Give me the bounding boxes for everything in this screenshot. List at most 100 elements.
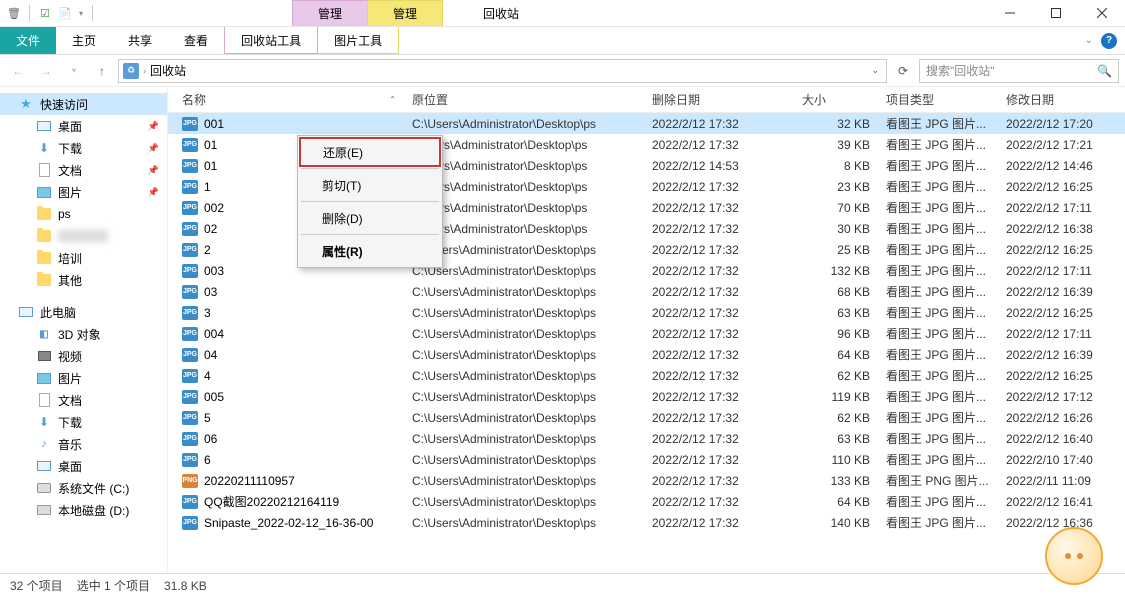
cell-name: JPGQQ截图20220212164119 — [176, 493, 406, 510]
ctx-delete[interactable]: 删除(D) — [300, 204, 440, 232]
cell-date-modified: 2022/2/11 11:09 — [1000, 474, 1120, 488]
cell-size: 39 KB — [796, 138, 880, 152]
file-row[interactable]: JPG04C:\Users\Administrator\Desktop\ps20… — [168, 344, 1125, 365]
tab-picture-tools[interactable]: 图片工具 — [318, 27, 399, 54]
nav-other[interactable]: 其他 — [0, 269, 167, 291]
close-button[interactable] — [1079, 0, 1125, 27]
back-button[interactable]: ← — [6, 59, 30, 83]
cell-size: 25 KB — [796, 243, 880, 257]
navigation-pane[interactable]: ★快速访问 桌面📌 ⬇下载📌 文档📌 图片📌 ps 培训 其他 此电脑 ◧3D … — [0, 87, 168, 573]
cell-size: 62 KB — [796, 411, 880, 425]
cell-date-modified: 2022/2/12 14:46 — [1000, 159, 1120, 173]
cell-size: 8 KB — [796, 159, 880, 173]
file-row[interactable]: JPG06C:\Users\Administrator\Desktop\ps20… — [168, 428, 1125, 449]
properties-icon[interactable]: ☑ — [37, 5, 53, 21]
file-row[interactable]: JPG001C:\Users\Administrator\Desktop\ps2… — [168, 113, 1125, 134]
ctx-properties[interactable]: 属性(R) — [300, 237, 440, 265]
tab-view[interactable]: 查看 — [168, 27, 224, 54]
file-row[interactable]: JPG3C:\Users\Administrator\Desktop\ps202… — [168, 302, 1125, 323]
nav-desktop[interactable]: 桌面📌 — [0, 115, 167, 137]
recent-locations-icon[interactable]: ▾ — [62, 59, 86, 83]
cell-name: JPG004 — [176, 327, 406, 341]
nav-training[interactable]: 培训 — [0, 247, 167, 269]
file-row[interactable]: JPG6C:\Users\Administrator\Desktop\ps202… — [168, 449, 1125, 470]
cell-size: 110 KB — [796, 453, 880, 467]
file-type-icon: JPG — [182, 243, 198, 257]
col-size[interactable]: 大小 — [796, 91, 880, 108]
nav-downloads[interactable]: ⬇下载📌 — [0, 137, 167, 159]
file-row[interactable]: JPG004C:\Users\Administrator\Desktop\ps2… — [168, 323, 1125, 344]
new-folder-icon[interactable]: 📄 — [57, 5, 73, 21]
file-type-icon: JPG — [182, 159, 198, 173]
file-row[interactable]: JPG5C:\Users\Administrator\Desktop\ps202… — [168, 407, 1125, 428]
nav-quick-access[interactable]: ★快速访问 — [0, 93, 167, 115]
cell-size: 96 KB — [796, 327, 880, 341]
nav-videos[interactable]: 视频 — [0, 345, 167, 367]
download-icon: ⬇ — [36, 140, 52, 156]
dot-icon — [1077, 553, 1083, 559]
file-row[interactable]: JPGSnipaste_2022-02-12_16-36-00C:\Users\… — [168, 512, 1125, 533]
col-date-deleted[interactable]: 删除日期 — [646, 91, 796, 108]
refresh-button[interactable]: ⟳ — [891, 59, 915, 83]
nav-blurred-folder[interactable] — [0, 225, 167, 247]
cell-date-deleted: 2022/2/12 17:32 — [646, 222, 796, 236]
collapse-ribbon-icon[interactable]: ⌄ — [1085, 35, 1093, 46]
title-bar: 🗑 ☑ 📄 ▾ 管理 管理 回收站 — [0, 0, 1125, 27]
minimize-button[interactable] — [987, 0, 1033, 27]
col-original-location[interactable]: 原位置 — [406, 91, 646, 108]
ctx-cut[interactable]: 剪切(T) — [300, 171, 440, 199]
col-date-modified[interactable]: 修改日期 — [1000, 91, 1120, 108]
nav-downloads-2[interactable]: ⬇下载 — [0, 411, 167, 433]
nav-music[interactable]: ♪音乐 — [0, 433, 167, 455]
file-row[interactable]: JPG005C:\Users\Administrator\Desktop\ps2… — [168, 386, 1125, 407]
tab-file[interactable]: 文件 — [0, 27, 56, 54]
file-row[interactable]: JPG4C:\Users\Administrator\Desktop\ps202… — [168, 365, 1125, 386]
nav-desktop-2[interactable]: 桌面 — [0, 455, 167, 477]
pin-icon: 📌 — [148, 143, 159, 154]
nav-pictures-2[interactable]: 图片 — [0, 367, 167, 389]
cell-size: 64 KB — [796, 348, 880, 362]
tab-share[interactable]: 共享 — [112, 27, 168, 54]
assistant-badge[interactable] — [1045, 527, 1103, 585]
nav-documents-2[interactable]: 文档 — [0, 389, 167, 411]
tab-recycle-tools[interactable]: 回收站工具 — [224, 27, 318, 54]
nav-documents[interactable]: 文档📌 — [0, 159, 167, 181]
nav-ps[interactable]: ps — [0, 203, 167, 225]
search-icon[interactable]: 🔍 — [1097, 64, 1112, 78]
cell-date-deleted: 2022/2/12 17:32 — [646, 411, 796, 425]
nav-system-drive[interactable]: 系统文件 (C:) — [0, 477, 167, 499]
cell-date-modified: 2022/2/12 17:21 — [1000, 138, 1120, 152]
forward-button[interactable]: → — [34, 59, 58, 83]
ctx-restore[interactable]: 还原(E) — [299, 137, 441, 167]
file-row[interactable]: PNG20220211110957C:\Users\Administrator\… — [168, 470, 1125, 491]
cell-size: 32 KB — [796, 117, 880, 131]
tab-home[interactable]: 主页 — [56, 27, 112, 54]
folder-icon — [36, 228, 52, 244]
nav-3d-objects[interactable]: ◧3D 对象 — [0, 323, 167, 345]
col-item-type[interactable]: 项目类型 — [880, 91, 1000, 108]
col-name[interactable]: 名称⌃ — [176, 91, 406, 108]
nav-local-drive[interactable]: 本地磁盘 (D:) — [0, 499, 167, 521]
file-row[interactable]: JPG03C:\Users\Administrator\Desktop\ps20… — [168, 281, 1125, 302]
maximize-button[interactable] — [1033, 0, 1079, 27]
address-bar[interactable]: ♻ › 回收站 ⌄ — [118, 59, 887, 83]
file-type-icon: JPG — [182, 348, 198, 362]
up-button[interactable]: ↑ — [90, 59, 114, 83]
contextual-tab-group: 管理 管理 — [292, 0, 443, 26]
cell-date-deleted: 2022/2/12 17:32 — [646, 285, 796, 299]
chevron-right-icon[interactable]: › — [143, 66, 146, 76]
help-icon[interactable]: ? — [1101, 33, 1117, 49]
cell-original-location: C:\Users\Administrator\Desktop\ps — [406, 327, 646, 341]
breadcrumb-root[interactable]: 回收站 — [150, 62, 186, 79]
nav-this-pc[interactable]: 此电脑 — [0, 301, 167, 323]
cell-date-deleted: 2022/2/12 17:32 — [646, 201, 796, 215]
cell-date-deleted: 2022/2/12 17:32 — [646, 327, 796, 341]
address-dropdown-icon[interactable]: ⌄ — [868, 65, 882, 76]
ribbon-tabs: 文件 主页 共享 查看 回收站工具 图片工具 ⌄ ? — [0, 27, 1125, 55]
file-row[interactable]: JPGQQ截图20220212164119C:\Users\Administra… — [168, 491, 1125, 512]
nav-pictures[interactable]: 图片📌 — [0, 181, 167, 203]
qat-dropdown-icon[interactable]: ▾ — [77, 9, 85, 18]
cell-date-modified: 2022/2/12 16:39 — [1000, 285, 1120, 299]
address-bar-row: ← → ▾ ↑ ♻ › 回收站 ⌄ ⟳ 搜索"回收站" 🔍 — [0, 55, 1125, 87]
search-input[interactable]: 搜索"回收站" 🔍 — [919, 59, 1119, 83]
